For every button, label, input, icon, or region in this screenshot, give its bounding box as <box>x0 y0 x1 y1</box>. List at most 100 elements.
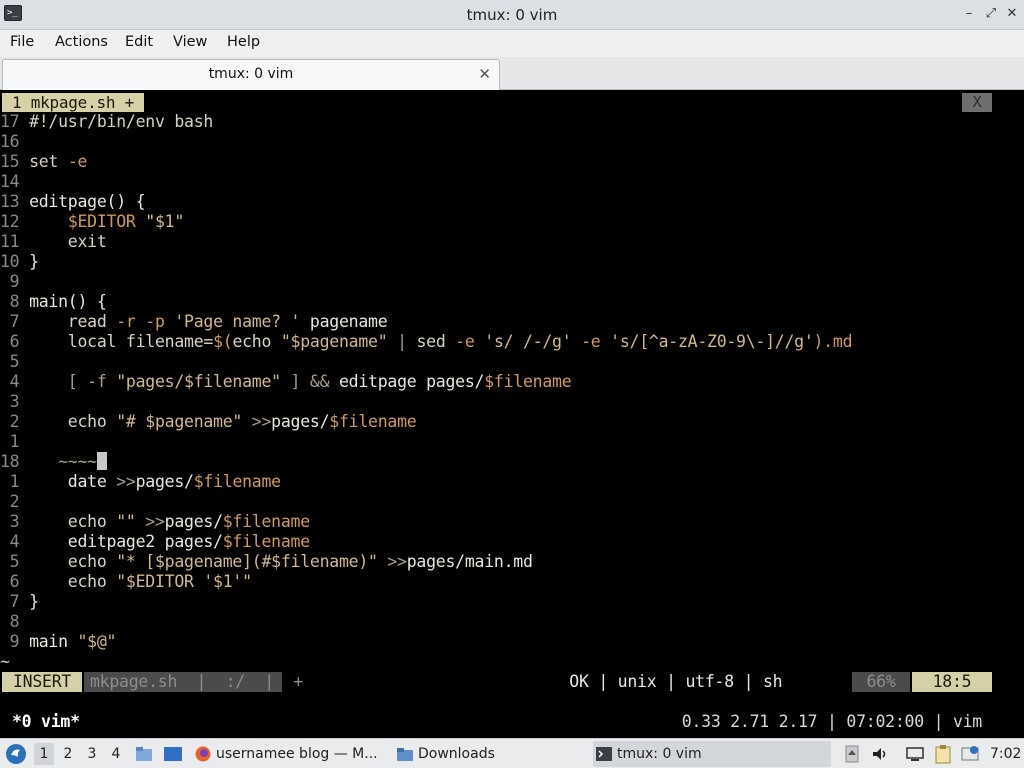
code-line[interactable]: 13 editpage() { <box>0 192 146 212</box>
code-line[interactable]: 8 <box>0 612 29 632</box>
menu-edit[interactable]: Edit <box>125 34 153 50</box>
code-token: pages/ <box>271 412 330 431</box>
line-number: 4 <box>0 372 30 391</box>
workspace-3[interactable]: 3 <box>82 743 102 765</box>
menu-file[interactable]: File <box>10 34 34 50</box>
code-token: -e <box>455 332 485 351</box>
start-menu-icon[interactable] <box>5 743 27 765</box>
code-line[interactable]: 4 editpage2 pages/$filename <box>0 532 310 552</box>
vim-close-tab-button[interactable]: X <box>962 93 992 112</box>
code-line[interactable]: 12 $EDITOR "$1" <box>0 212 184 232</box>
vim-status-fileinfo: OK | unix | utf-8 | sh <box>569 672 792 691</box>
code-line[interactable]: 15 set -e <box>0 152 87 172</box>
code-line[interactable]: 3 <box>0 392 29 412</box>
code-line[interactable]: 9 main "$@" <box>0 632 117 652</box>
code-line[interactable]: 18 ~~~~ <box>0 452 107 472</box>
code-line[interactable]: 4 [ -f "pages/$filename" ] && editpage p… <box>0 372 572 392</box>
code-token: set <box>29 152 68 171</box>
code-token: "$pagename" <box>280 332 388 351</box>
code-line[interactable]: 17 #!/usr/bin/env bash <box>0 112 213 132</box>
code-line[interactable]: 3 echo "" >>pages/$filename <box>0 512 311 532</box>
maximize-button[interactable]: ⤢ <box>982 5 1000 23</box>
code-token: echo <box>29 412 117 431</box>
task-downloads-label: Downloads <box>418 746 495 762</box>
line-number: 4 <box>0 532 30 551</box>
code-line[interactable]: 2 echo "# $pagename" >>pages/$filename <box>0 412 417 432</box>
window-title: tmux: 0 vim <box>466 6 558 24</box>
taskbar-clock[interactable]: 7:02 <box>990 739 1021 768</box>
file-manager-launcher-icon[interactable] <box>135 745 153 763</box>
line-number: 11 <box>0 232 30 251</box>
vim-status-percent: 66% <box>852 672 910 692</box>
line-number: 6 <box>0 332 30 351</box>
code-line[interactable]: 7 read -r -p 'Page name? ' pagename <box>0 312 388 332</box>
close-button[interactable]: ✕ <box>1003 5 1021 23</box>
workspace-2[interactable]: 2 <box>58 743 78 765</box>
clipboard-icon[interactable] <box>934 744 952 764</box>
workspace-4[interactable]: 4 <box>106 743 126 765</box>
code-token: "pages/$filename" <box>116 372 281 391</box>
menubar: File Actions Edit View Help <box>0 30 1024 57</box>
terminal-area[interactable]: 1 mkpage.sh + X 17 #!/usr/bin/env bash 16… <box>0 90 1024 740</box>
code-token: sed <box>416 332 456 351</box>
vim-buffer-tab[interactable]: 1 mkpage.sh + <box>2 93 144 112</box>
code-token: ] && <box>280 372 339 391</box>
code-line[interactable]: 2 <box>0 492 29 512</box>
code-line[interactable]: 5 echo "* [$pagename](#$filename)" >>pag… <box>0 552 533 572</box>
code-line[interactable]: 11 exit <box>0 232 107 252</box>
window-titlebar: >_ tmux: 0 vim – ⤢ ✕ <box>0 0 1024 30</box>
show-desktop-icon[interactable] <box>163 745 183 763</box>
menu-help[interactable]: Help <box>227 34 260 50</box>
task-firefox[interactable]: usernamee blog — M... <box>192 741 388 767</box>
code-token: 'Page name? ' <box>174 312 301 331</box>
folder-icon <box>397 748 413 761</box>
code-token: $filename <box>484 372 572 391</box>
code-line[interactable]: ~ <box>0 652 10 672</box>
line-number: 17 <box>0 112 30 131</box>
line-number: 5 <box>0 352 30 371</box>
tmux-status-right: 0.33 2.71 2.17 | 07:02:00 | vim <box>681 712 982 731</box>
minimize-button[interactable]: – <box>960 5 978 23</box>
code-token: echo <box>29 512 117 531</box>
code-token: ).md <box>813 332 853 351</box>
notification-icon[interactable] <box>960 744 980 764</box>
menu-actions[interactable]: Actions <box>55 34 108 50</box>
code-token: pages/main.md <box>406 552 533 571</box>
line-number: 10 <box>0 252 30 271</box>
code-line[interactable]: 1 date >>pages/$filename <box>0 472 281 492</box>
code-token: exit <box>29 232 107 251</box>
code-token: >> <box>377 552 407 571</box>
workspace-1[interactable]: 1 <box>34 743 54 765</box>
code-line[interactable]: 16 <box>0 132 29 152</box>
vim-mode-indicator: INSERT <box>2 672 83 692</box>
code-line[interactable]: 7 } <box>0 592 39 612</box>
code-line[interactable]: 8 main() { <box>0 292 107 312</box>
code-token: >> <box>116 472 136 491</box>
tab-close-icon[interactable]: ✕ <box>478 65 491 83</box>
code-token: 's/[^a-zA-Z0-9\-]//g' <box>610 332 814 351</box>
task-tmux[interactable]: tmux: 0 vim <box>593 741 831 767</box>
network-icon[interactable] <box>905 745 925 763</box>
code-line[interactable]: 10 } <box>0 252 39 272</box>
code-line[interactable]: 9 <box>0 272 29 292</box>
code-line[interactable]: 14 <box>0 172 29 192</box>
code-line[interactable]: 6 echo "$EDITOR '$1'" <box>0 572 252 592</box>
eject-icon[interactable] <box>845 745 859 763</box>
code-line[interactable]: 6 local filename=$(echo "$pagename" | se… <box>0 332 853 352</box>
code-line[interactable]: 5 <box>0 352 29 372</box>
code-token: $EDITOR <box>67 212 146 231</box>
code-token: $filename <box>222 532 310 551</box>
tab-tmux[interactable]: tmux: 0 vim ✕ <box>2 59 500 90</box>
menu-view[interactable]: View <box>173 34 207 50</box>
task-downloads[interactable]: Downloads <box>394 741 584 767</box>
code-token: local filename= <box>29 332 214 351</box>
code-token: date <box>29 472 117 491</box>
line-number: 2 <box>0 492 30 511</box>
code-token: echo <box>29 552 117 571</box>
code-token: } <box>29 592 39 611</box>
code-token: read <box>29 312 117 331</box>
tmux-window-list: *0 vim* <box>12 712 80 731</box>
code-line[interactable]: 1 <box>0 432 29 452</box>
volume-icon[interactable] <box>871 745 889 763</box>
code-token: -e <box>581 332 611 351</box>
